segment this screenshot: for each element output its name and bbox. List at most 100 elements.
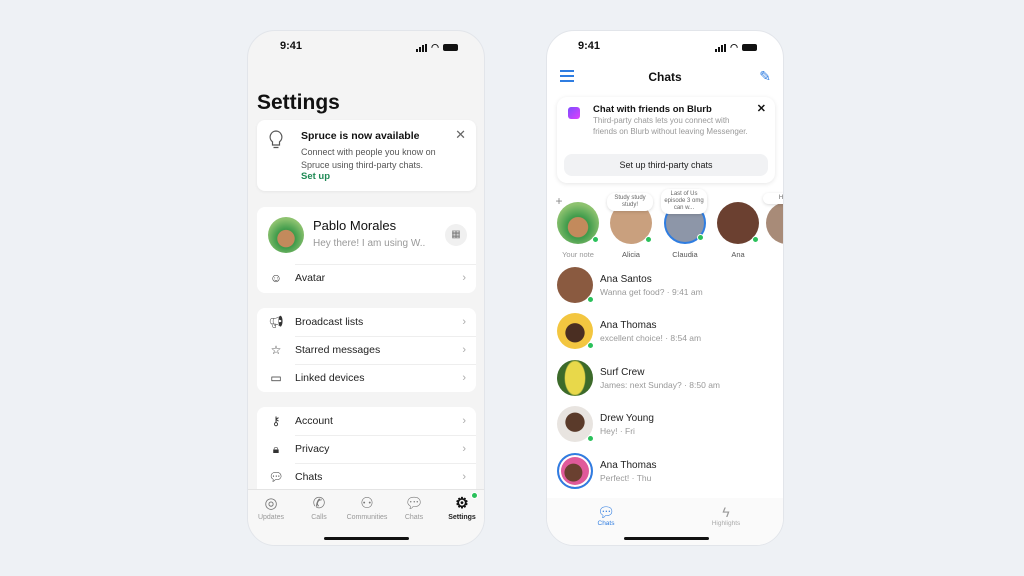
tab-communities[interactable]: ⚇ Communities [342, 494, 392, 521]
online-dot [592, 236, 599, 243]
qr-code-icon[interactable]: ▦ [445, 224, 467, 246]
avatar [717, 202, 759, 244]
chevron-right-icon: › [462, 272, 466, 284]
signal-icon [416, 43, 428, 52]
avatar [557, 453, 593, 489]
communities-icon: ⚇ [360, 495, 374, 512]
wifi-icon: ◠ [431, 42, 439, 52]
tab-calls[interactable]: ✆ Calls [294, 494, 344, 521]
story-label: Alicia [622, 250, 640, 259]
avatar[interactable] [268, 217, 304, 253]
chat-row[interactable]: Ana Thomas Perfect! · Thu [557, 453, 777, 493]
chat-name: Ana Santos [600, 274, 652, 285]
item-label: Avatar [295, 272, 326, 284]
status-bar: 9:41 ◠ [547, 40, 783, 54]
home-indicator [624, 537, 709, 540]
chat-preview: Perfect! · Thu [600, 473, 652, 483]
chat-name: Surf Crew [600, 367, 645, 378]
setup-third-party-button[interactable]: Set up third-party chats [564, 154, 768, 176]
tab-updates[interactable]: ◎ Updates [248, 494, 296, 521]
item-label: Linked devices [295, 372, 365, 384]
tab-label: Calls [311, 514, 327, 521]
story-claudia[interactable]: Last of Us episode 3 omg can w... Claudia [661, 189, 707, 259]
settings-item-account[interactable]: ⚷ Account › [257, 407, 476, 435]
chat-preview: excellent choice! · 8:54 am [600, 333, 702, 343]
key-icon: ⚷ [271, 414, 281, 428]
tab-chats[interactable]: 💬︎ Chats [389, 494, 439, 521]
chat-name: Drew Young [600, 413, 654, 424]
phone-icon: ✆ [312, 495, 326, 512]
chevron-right-icon: › [462, 415, 466, 427]
tab-label: Updates [257, 514, 285, 521]
settings-icon: ⚙ [455, 495, 469, 512]
battery-icon [742, 44, 757, 51]
blurb-logo-icon [568, 107, 580, 119]
chat-preview: Hey! · Fri [600, 426, 635, 436]
tab-chats[interactable]: 💬︎ Chats [576, 504, 636, 527]
settings-item-chats[interactable]: 💬︎ Chats › [257, 463, 476, 491]
story-label: Ana [731, 250, 745, 259]
chevron-right-icon: › [462, 471, 466, 483]
chat-preview: James: next Sunday? · 8:50 am [600, 380, 721, 390]
home-indicator [324, 537, 409, 540]
status-bar: 9:41 ◠ [248, 40, 484, 54]
avatar: + [553, 195, 599, 244]
status-time: 9:41 [280, 40, 303, 52]
settings-item-broadcast-lists[interactable]: 📢︎ Broadcast lists › [257, 308, 476, 336]
note-bubble: Last of Us episode 3 omg can w... [661, 189, 707, 214]
star-icon: ☆ [270, 343, 282, 357]
wifi-icon: ◠ [730, 42, 738, 52]
settings-item-linked-devices[interactable]: ▭ Linked devices › [257, 364, 476, 392]
profile-card: Pablo Morales Hey there! I am using W.. … [257, 207, 476, 293]
online-dot [752, 236, 759, 243]
chat-bubble-icon: 💬︎ [597, 504, 615, 520]
avatar-icon: ☺ [269, 271, 283, 285]
story-your-note[interactable]: + Your note [553, 195, 600, 259]
laptop-icon: ▭ [270, 371, 282, 385]
tab-label: Chats [404, 514, 424, 521]
chat-name: Ana Thomas [600, 460, 657, 471]
close-icon[interactable]: ✕ [757, 102, 766, 115]
compose-icon[interactable]: ✎ [759, 68, 771, 85]
signal-icon [715, 43, 727, 52]
updates-icon: ◎ [264, 495, 278, 512]
chat-row[interactable]: Drew Young Hey! · Fri [557, 406, 777, 446]
item-label: Broadcast lists [295, 316, 364, 328]
megaphone-icon: 📢︎ [268, 315, 284, 329]
battery-icon [443, 44, 458, 51]
story-br[interactable]: Hang Br [763, 193, 783, 259]
item-label: Privacy [295, 443, 330, 455]
settings-item-starred-messages[interactable]: ☆ Starred messages › [257, 336, 476, 364]
settings-item-privacy[interactable]: 🔒︎ Privacy › [257, 435, 476, 463]
setup-link[interactable]: Set up [301, 171, 330, 182]
chat-row[interactable]: Surf Crew James: next Sunday? · 8:50 am [557, 360, 777, 400]
avatar [557, 267, 594, 303]
banner-body: Third-party chats lets you connect with … [593, 116, 748, 136]
close-icon[interactable]: ✕ [455, 127, 466, 143]
blurb-banner: Chat with friends on Blurb Third-party c… [557, 97, 775, 183]
chat-row[interactable]: Ana Thomas excellent choice! · 8:54 am [557, 313, 777, 353]
story-label: Claudia [672, 250, 698, 259]
chats-icon: 💬︎ [404, 495, 424, 512]
chat-row[interactable]: Ana Santos Wanna get food? · 9:41 am [557, 267, 777, 307]
chats-phone: 9:41 ◠ Chats ✎ Chat with friends on Blur… [546, 30, 784, 546]
story-alicia[interactable]: Study study study! Alicia [607, 193, 653, 259]
item-label: Account [295, 415, 333, 427]
tab-highlights[interactable]: ϟ Highlights [696, 504, 756, 527]
banner-title: Chat with friends on Blurb [593, 104, 712, 115]
chat-preview: Wanna get food? · 9:41 am [600, 287, 703, 297]
lock-icon: 🔒︎ [272, 441, 280, 456]
page-title: Settings [257, 91, 340, 114]
page-title: Chats [648, 70, 682, 84]
settings-item-avatar[interactable]: ☺ Avatar › [257, 264, 476, 292]
profile-name[interactable]: Pablo Morales [313, 218, 396, 233]
online-dot [645, 236, 652, 243]
avatar [557, 406, 594, 442]
tab-label: Settings [448, 514, 476, 521]
settings-group: ⚷ Account › 🔒︎ Privacy › 💬︎ Chats › [257, 407, 476, 497]
chevron-right-icon: › [462, 372, 466, 384]
story-ana[interactable]: Ana [716, 202, 760, 259]
settings-phone: 9:41 ◠ Settings Spruce is now available … [247, 30, 485, 546]
lightning-icon: ϟ [722, 504, 730, 520]
tab-settings[interactable]: ⚙ Settings [437, 494, 484, 521]
